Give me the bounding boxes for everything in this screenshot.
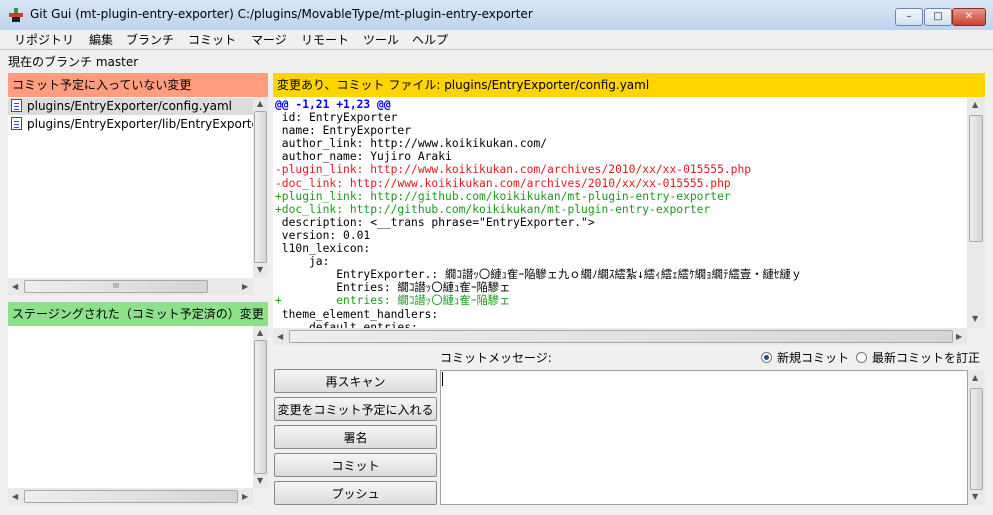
diff-header: 変更あり、コミット ファイル: plugins/EntryExporter/co… [273,73,985,97]
diff-vertical-scrollbar[interactable]: ▲ ▼ [967,97,985,328]
commit-message-label: コミットメッセージ: [440,351,552,365]
menu-edit[interactable]: 編集 [89,31,113,48]
scroll-up-arrow-icon[interactable]: ▲ [972,100,978,109]
diff-line-ctx: name: EntryExporter [275,124,412,138]
file-icon[interactable] [11,117,22,130]
diff-lines: @@ -1,21 +1,23 @@ id: EntryExporter name… [275,98,802,328]
scroll-down-arrow-icon[interactable]: ▼ [972,314,978,323]
staged-changes-header: ステージングされた（コミット予定済の）変更 [8,302,268,326]
minimize-button[interactable]: – [895,8,923,26]
staged-vertical-scrollbar[interactable]: ▲ ▼ [253,326,268,488]
push-button[interactable]: プッシュ [274,481,437,505]
scroll-up-arrow-icon[interactable]: ▲ [972,373,978,382]
diff-line-ctx: author_link: http://www.koikikukan.com/ [275,137,548,151]
new-commit-radio[interactable]: 新規コミット [761,349,849,366]
diff-line-del: -plugin_link: http://www.koikikukan.com/… [275,163,752,177]
scroll-right-arrow-icon[interactable]: ▶ [242,492,248,501]
close-button[interactable]: ✕ [952,8,986,26]
radio-selected-icon[interactable] [761,352,772,363]
scroll-thumb[interactable] [254,111,267,263]
unstaged-changes-header: コミット予定に入っていない変更 [8,73,268,97]
scroll-thumb[interactable] [254,340,267,474]
diff-line-ctx: default_entries: [275,320,418,328]
scroll-thumb[interactable] [969,115,983,242]
scroll-up-arrow-icon[interactable]: ▲ [257,328,263,337]
close-icon: ✕ [964,11,974,22]
diff-line-add: +plugin_link: http://github.com/koikikuk… [275,189,731,203]
diff-line-ctx: id: EntryExporter [275,111,398,125]
staged-file-list[interactable] [8,326,253,488]
unstaged-file-list[interactable]: plugins/EntryExporter/config.yaml plugin… [8,97,253,278]
scroll-down-arrow-icon[interactable]: ▼ [972,492,978,501]
scroll-left-arrow-icon[interactable]: ◀ [12,492,18,501]
diff-line-ctx: description: <__trans phrase="EntryExpor… [275,215,595,229]
scroll-down-arrow-icon[interactable]: ▼ [257,265,263,274]
unstaged-file-row[interactable]: plugins/EntryExporter/config.yaml [8,98,253,115]
menu-merge[interactable]: マージ [251,31,287,48]
amend-commit-radio[interactable]: 最新コミットを訂正 [856,349,980,366]
diff-line-add: +doc_link: http://github.com/koikikukan/… [275,202,711,216]
diff-horizontal-scrollbar[interactable]: ◀ ▶ [273,328,967,345]
unstaged-horizontal-scrollbar[interactable]: ◀ III ▶ [8,278,253,295]
diff-line-ctx: author_name: Yujiro Araki [275,150,452,164]
commit-message-vertical-scrollbar[interactable]: ▲ ▼ [968,370,985,505]
title-bar: Git Gui (mt-plugin-entry-exporter) C:/pl… [0,0,993,31]
commit-button[interactable]: コミット [274,453,437,477]
text-caret [442,372,443,386]
new-commit-label: 新規コミット [777,351,850,365]
scroll-thumb[interactable] [24,490,238,503]
diff-line-ctx: version: 0.01 [275,228,371,242]
scroll-up-arrow-icon[interactable]: ▲ [257,99,263,108]
radio-unselected-icon[interactable] [856,352,867,363]
scroll-thumb[interactable]: III [24,280,208,293]
unstaged-file-row[interactable]: plugins/EntryExporter/lib/EntryExporte [8,116,253,133]
diff-line-ctx: theme_element_handlers: [275,307,439,321]
menu-help[interactable]: ヘルプ [412,31,448,48]
scroll-right-arrow-icon[interactable]: ▶ [956,332,962,341]
minimize-icon: – [906,11,912,22]
diff-line-ctx: Entries: 繝ｺ譛ｯ〇縺ｭ隺ｰ陥驂ェ [275,281,511,295]
diff-line-ctx: ja: [275,255,330,269]
scroll-down-arrow-icon[interactable]: ▼ [257,476,263,485]
amend-commit-label: 最新コミットを訂正 [872,351,981,365]
diff-line-hunk: @@ -1,21 +1,23 @@ [275,98,391,111]
menu-bar: リポジトリ 編集 ブランチ コミット マージ リモート ツール ヘルプ [0,30,993,50]
scroll-left-arrow-icon[interactable]: ◀ [277,332,283,341]
stage-changes-button[interactable]: 変更をコミット予定に入れる [274,397,437,421]
scroll-thumb[interactable] [289,330,953,343]
diff-line-add: + entries: 繝ｺ譛ｯ〇縺ｭ隺ｰ陥驂ェ [275,294,511,308]
file-icon[interactable] [11,99,22,112]
git-gui-app-icon [9,8,23,22]
unstaged-vertical-scrollbar[interactable]: ▲ ▼ [253,97,268,278]
menu-remote[interactable]: リモート [301,31,349,48]
commit-message-input[interactable] [440,370,968,505]
rescan-button[interactable]: 再スキャン [274,369,437,393]
scroll-thumb[interactable] [970,388,983,490]
signoff-button[interactable]: 署名 [274,425,437,449]
diff-line-ctx: l10n_lexicon: [275,242,371,256]
maximize-button[interactable]: □ [924,8,952,26]
current-branch-label: 現在のブランチ master [8,55,139,69]
maximize-icon: □ [933,11,943,22]
diff-line-del: -doc_link: http://www.koikikukan.com/arc… [275,176,731,190]
scroll-left-arrow-icon[interactable]: ◀ [12,282,18,291]
menu-commit[interactable]: コミット [188,31,236,48]
menu-branch[interactable]: ブランチ [126,31,174,48]
menu-repository[interactable]: リポジトリ [14,31,74,48]
scroll-right-arrow-icon[interactable]: ▶ [242,282,248,291]
window-title: Git Gui (mt-plugin-entry-exporter) C:/pl… [30,7,533,21]
file-path: plugins/EntryExporter/lib/EntryExporte [27,117,253,131]
diff-viewer[interactable]: @@ -1,21 +1,23 @@ id: EntryExporter name… [273,97,967,328]
file-path: plugins/EntryExporter/config.yaml [27,99,232,113]
staged-horizontal-scrollbar[interactable]: ◀ ▶ [8,488,253,505]
diff-line-ctx: EntryExporter.: 繝ｺ譛ｯ〇縺ｭ隺ｰ陥驂ェ九ｏ繝ﾉ繝ｽ繧紮↓繧ｨ繧… [275,268,803,282]
menu-tools[interactable]: ツール [363,31,399,48]
